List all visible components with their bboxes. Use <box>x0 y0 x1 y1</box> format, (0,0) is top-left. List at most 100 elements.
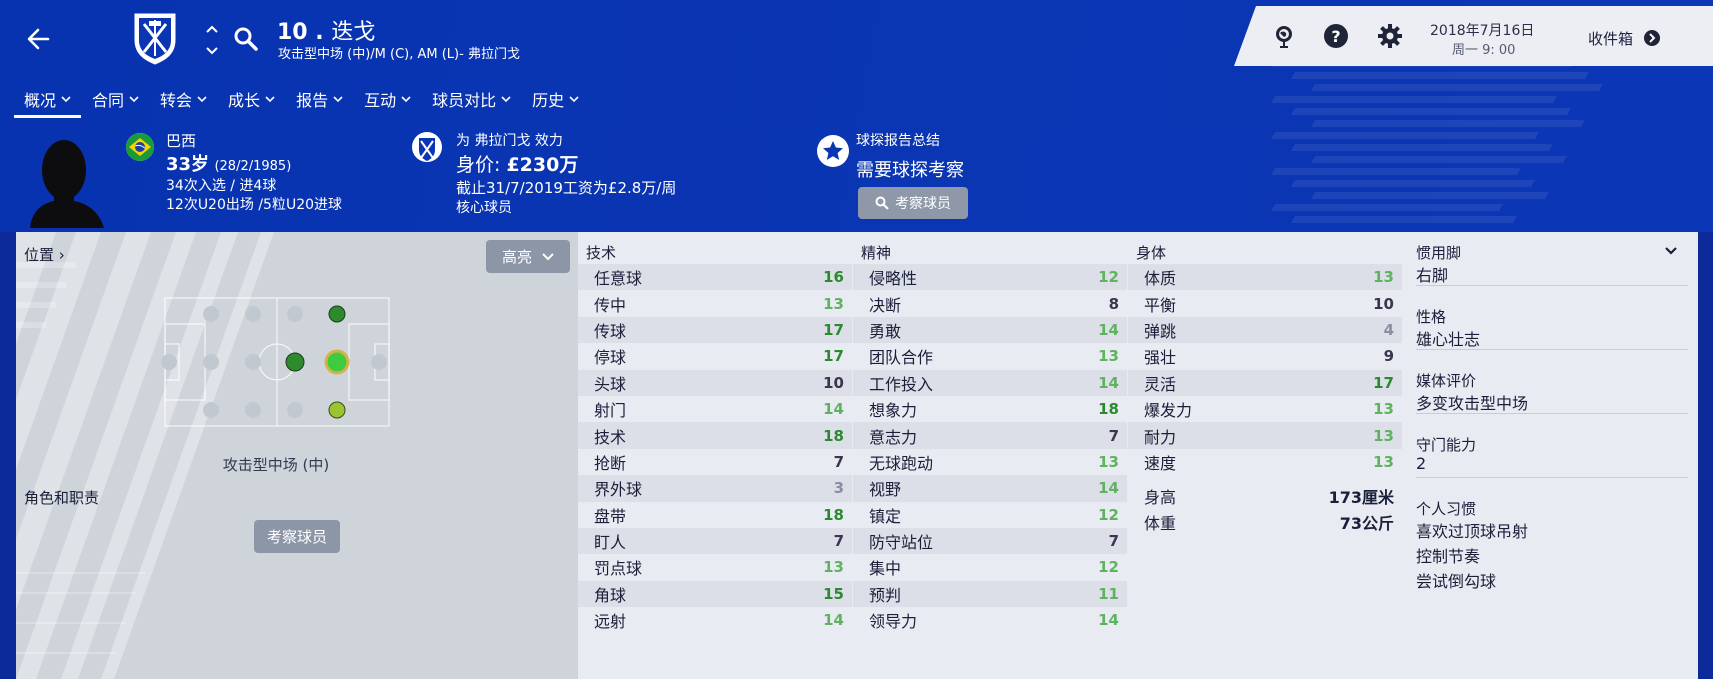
position-link[interactable]: 位置 › <box>24 244 65 265</box>
highlight-dropdown[interactable]: 高亮 <box>486 240 570 273</box>
attribute-row[interactable]: 界外球 3 <box>578 475 852 502</box>
svg-text:?: ? <box>1331 27 1340 46</box>
scout-player-button[interactable]: 考察球员 <box>858 187 968 219</box>
nav-tab[interactable]: 合同 <box>82 84 149 118</box>
player-trait: 喜欢过顶球吊射 <box>1416 522 1529 541</box>
prev-next-player-icon[interactable] <box>205 22 219 58</box>
nav-tab[interactable]: 概况 <box>14 84 82 118</box>
nav-tab[interactable]: 转会 <box>150 84 217 118</box>
attribute-row[interactable]: 传中 13 <box>578 290 852 316</box>
attribute-value: 10 <box>823 373 844 392</box>
search-icon[interactable] <box>233 26 259 52</box>
attribute-name: 抢断 <box>594 453 627 473</box>
help-icon[interactable]: ? <box>1322 22 1350 50</box>
position-dot-mc <box>285 352 305 372</box>
u20-caps: 12次U20出场 /5粒U20进球 <box>166 197 343 213</box>
nav-tab-label: 成长 <box>228 91 261 110</box>
attribute-row[interactable]: 速度 13 <box>1128 449 1402 475</box>
attribute-value: 16 <box>823 268 844 287</box>
club-crest-icon[interactable] <box>131 10 179 66</box>
value-label: 身价: <box>456 154 507 176</box>
attribute-row[interactable]: 远射 14 <box>578 607 852 633</box>
attribute-row[interactable]: 镇定 12 <box>853 502 1127 528</box>
scout-button-label: 考察球员 <box>895 196 951 212</box>
position-caption: 攻击型中场 (中) <box>222 456 330 474</box>
attribute-row[interactable]: 领导力 14 <box>853 607 1127 633</box>
attribute-row[interactable]: 无球跑动 13 <box>853 449 1127 475</box>
chevron-right-circle-icon[interactable] <box>1643 29 1661 47</box>
globe-icon[interactable] <box>1270 22 1298 50</box>
attribute-row[interactable]: 侵略性 12 <box>853 264 1127 291</box>
attribute-row[interactable]: 盯人 7 <box>578 527 852 555</box>
header-stripes <box>1233 60 1653 230</box>
attribute-row[interactable]: 想象力 18 <box>853 396 1127 422</box>
attribute-name: 集中 <box>869 559 902 579</box>
attribute-row[interactable]: 头球 10 <box>578 369 852 396</box>
attribute-row[interactable]: 体质 13 <box>1128 264 1402 291</box>
personality-label: 性格 <box>1416 308 1447 326</box>
attribute-value: 14 <box>1098 320 1119 339</box>
attribute-row[interactable]: 爆发力 13 <box>1128 396 1402 422</box>
attribute-row[interactable]: 团队合作 13 <box>853 343 1127 369</box>
attribute-row[interactable]: 视野 14 <box>853 475 1127 502</box>
attribute-row[interactable]: 角球 15 <box>578 580 852 608</box>
inbox-link[interactable]: 收件箱 <box>1588 28 1633 49</box>
back-arrow-icon[interactable] <box>22 22 56 56</box>
nav-tab[interactable]: 互动 <box>354 84 421 118</box>
nav-tab[interactable]: 报告 <box>286 84 353 118</box>
attribute-row[interactable]: 弹跳 4 <box>1128 316 1402 344</box>
chevron-down-icon <box>265 96 275 102</box>
attribute-name: 耐力 <box>1144 427 1177 447</box>
top-right-panel: ? 2018年7月16日 周一 9: 00 收件箱 <box>1234 6 1713 66</box>
attribute-row[interactable]: 工作投入 14 <box>853 369 1127 396</box>
player-traits-label: 个人习惯 <box>1416 500 1477 518</box>
scout-player-button-2[interactable]: 考察球员 <box>254 520 340 553</box>
media-description-label: 媒体评价 <box>1416 372 1477 390</box>
nav-tab[interactable]: 球员对比 <box>422 84 521 118</box>
attribute-row[interactable]: 耐力 13 <box>1128 422 1402 449</box>
mental-rows: 侵略性 12 决断 8 勇敢 14 团队合作 13 工作投入 14 想象力 18 意志力 7 无球跑动 13 视… <box>853 264 1127 633</box>
player-traits-list: 喜欢过顶球吊射 控制节奏 尝试倒勾球 <box>1416 518 1688 593</box>
height-value: 173厘米 <box>1328 488 1394 508</box>
attribute-row[interactable]: 强壮 9 <box>1128 343 1402 369</box>
attribute-row[interactable]: 任意球 16 <box>578 264 852 291</box>
attribute-row[interactable]: 传球 17 <box>578 316 852 344</box>
attribute-row[interactable]: 意志力 7 <box>853 422 1127 449</box>
position-dot <box>203 306 219 322</box>
goalkeeping-label: 守门能力 <box>1416 436 1477 454</box>
attribute-value: 11 <box>1098 584 1119 603</box>
chevron-down-icon <box>569 96 579 102</box>
attribute-row[interactable]: 勇敢 14 <box>853 316 1127 344</box>
position-pitch <box>161 297 390 427</box>
header-stripe <box>1290 108 1572 115</box>
attribute-row[interactable]: 平衡 10 <box>1128 290 1402 316</box>
chevron-down-icon <box>61 96 71 102</box>
attribute-name: 头球 <box>594 374 627 394</box>
attribute-row[interactable]: 集中 12 <box>853 554 1127 580</box>
attribute-value: 17 <box>823 320 844 339</box>
physical-title: 身体 <box>1136 244 1167 262</box>
attribute-row[interactable]: 技术 18 <box>578 422 852 449</box>
attribute-row[interactable]: 盘带 18 <box>578 502 852 528</box>
attribute-name: 镇定 <box>869 506 902 526</box>
nav-tab[interactable]: 历史 <box>522 84 589 118</box>
settings-gear-icon[interactable] <box>1376 22 1404 50</box>
nav-tab[interactable]: 成长 <box>218 84 285 118</box>
attribute-row[interactable]: 射门 14 <box>578 396 852 422</box>
game-time: 周一 9: 00 <box>1452 43 1516 58</box>
attribute-name: 射门 <box>594 401 627 421</box>
chevron-down-icon[interactable] <box>1664 246 1678 256</box>
mental-title: 精神 <box>861 244 892 262</box>
header-stripe <box>1270 96 1558 103</box>
player-trait: 控制节奏 <box>1416 547 1481 566</box>
goalkeeping-value: 2 <box>1416 454 1688 478</box>
attribute-row[interactable]: 决断 8 <box>853 290 1127 316</box>
club-crest-small-icon[interactable] <box>411 130 443 164</box>
attribute-row[interactable]: 停球 17 <box>578 343 852 369</box>
attribute-row[interactable]: 灵活 17 <box>1128 369 1402 396</box>
attribute-value: 13 <box>823 294 844 313</box>
attribute-row[interactable]: 罚点球 13 <box>578 554 852 580</box>
attribute-row[interactable]: 预判 11 <box>853 580 1127 608</box>
attribute-row[interactable]: 防守站位 7 <box>853 527 1127 555</box>
attribute-row[interactable]: 抢断 7 <box>578 449 852 475</box>
